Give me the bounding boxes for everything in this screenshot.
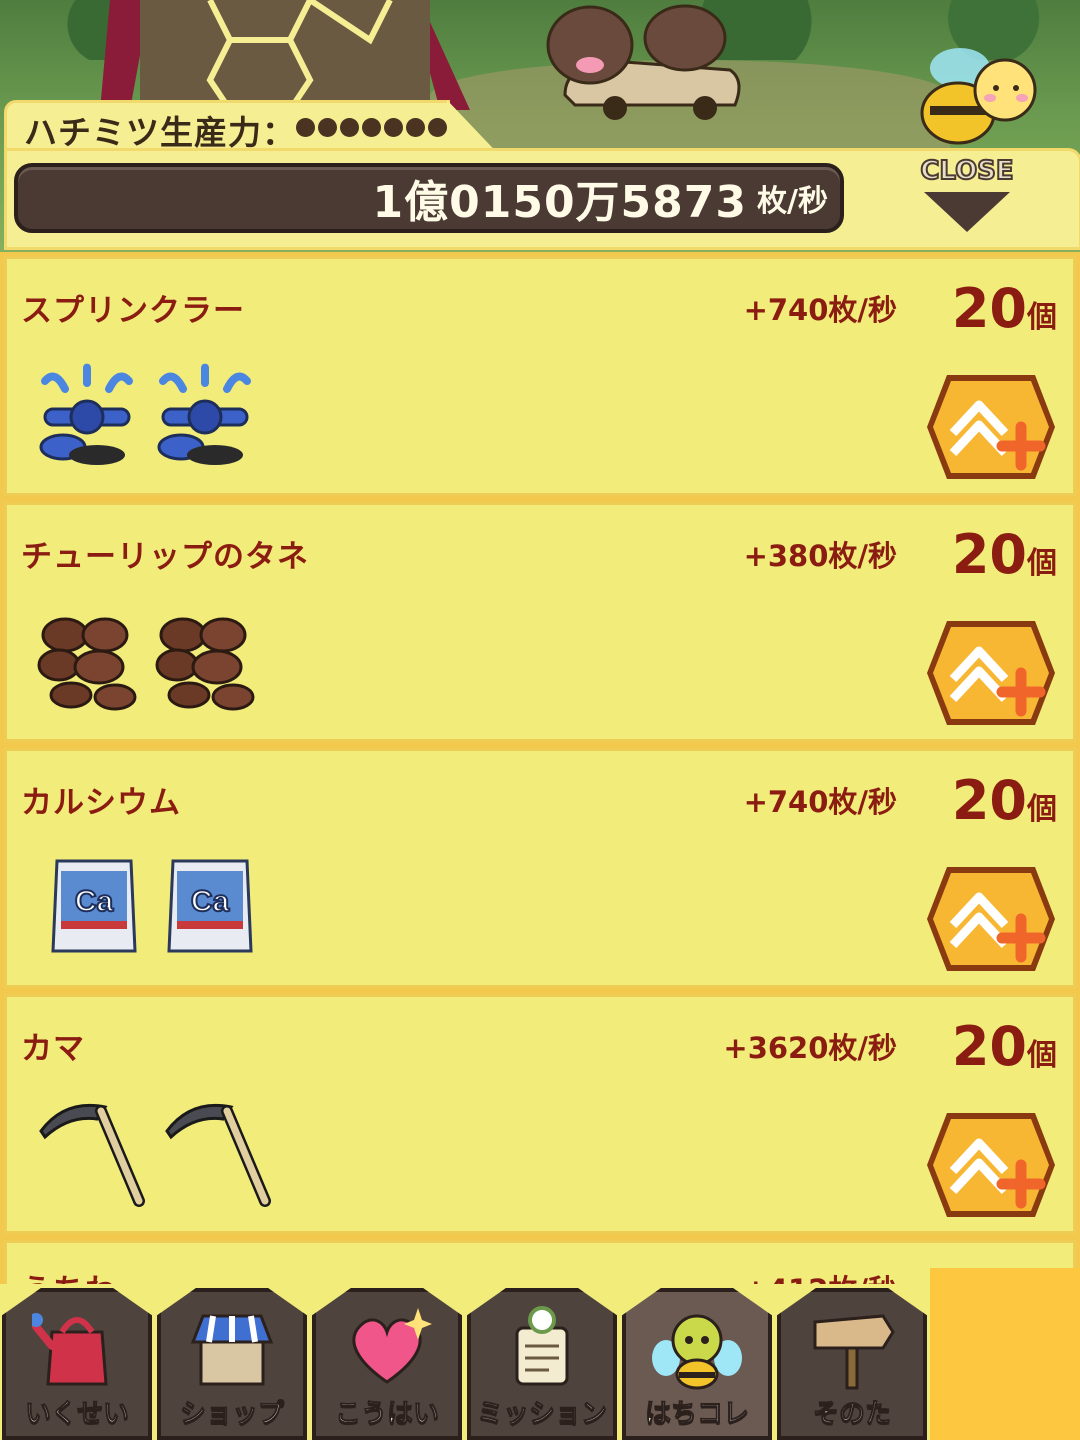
item-name: カルシウム — [21, 785, 181, 821]
sprinkler-icon — [157, 363, 251, 465]
item-rate: +412枚/秒 — [744, 1267, 897, 1284]
item-name: カマ — [21, 1031, 85, 1067]
nav-label: こうはい — [334, 1399, 439, 1430]
close-arrow-icon — [924, 192, 1010, 232]
mission-scroll-icon — [515, 1306, 569, 1386]
production-label: ハチミツ生産力： — [24, 113, 296, 152]
shop-icon — [190, 1314, 274, 1386]
item-rate: +380枚/秒 — [743, 539, 897, 573]
item-count: 20個 — [951, 523, 1057, 586]
item-count: 20個 — [951, 277, 1057, 340]
honey-production-counter: 1億0150万5873 枚/秒 — [14, 163, 844, 233]
bottom-nav: いくせい ショップ こうはい ミッション はちコレ そのた — [0, 1268, 1080, 1440]
list-item: チューリップのタネ +380枚/秒 20個 — [4, 502, 1076, 742]
production-value: 1億0150万5873 — [372, 177, 748, 228]
item-rate: +3620枚/秒 — [723, 1031, 897, 1065]
sickle-icon — [165, 1103, 271, 1207]
nav-tab-hachicolle[interactable]: はちコレ — [622, 1288, 772, 1440]
svg-text:Ca: Ca — [191, 885, 230, 918]
upgrade-button[interactable] — [923, 1109, 1059, 1221]
upgrade-plus-icon — [927, 375, 1055, 479]
item-rate: +740枚/秒 — [743, 293, 897, 327]
list-item: スプリンクラー +740枚/秒 20個 — [4, 256, 1076, 496]
calcium-bag-icon: Ca — [51, 859, 137, 953]
list-item: カマ +3620枚/秒 20個 — [4, 994, 1076, 1234]
sprinkler-icon — [39, 363, 133, 465]
upgrade-button[interactable] — [923, 863, 1059, 975]
upgrade-plus-icon — [927, 867, 1055, 971]
item-name: うちわ — [21, 1265, 117, 1284]
watering-can-icon — [32, 1313, 108, 1386]
item-icons: Ca Ca — [47, 851, 257, 961]
nav-tab-shop[interactable]: ショップ — [157, 1288, 307, 1440]
upgrade-button[interactable] — [923, 617, 1059, 729]
upgrade-plus-icon — [927, 1113, 1055, 1217]
tulip-seed-icon — [155, 617, 255, 711]
item-list[interactable]: スプリンクラー +740枚/秒 20個 チューリップのタネ +380枚/秒 20… — [0, 252, 1080, 1284]
production-unit: 枚/秒 — [757, 184, 828, 219]
production-dots — [296, 118, 447, 137]
item-name: チューリップのタネ — [21, 539, 309, 575]
item-count: 20個 — [951, 769, 1057, 832]
item-rate: +740枚/秒 — [743, 785, 897, 819]
sickle-icon — [39, 1103, 145, 1207]
nav-label: いくせい — [24, 1399, 129, 1430]
upgrade-button[interactable] — [923, 371, 1059, 483]
close-button[interactable]: CLOSE — [912, 155, 1022, 240]
svg-text:Ca: Ca — [75, 885, 114, 918]
close-label: CLOSE — [919, 155, 1014, 187]
nav-filler — [930, 1268, 1080, 1440]
nav-label: そのた — [812, 1399, 891, 1430]
nav-label: ミッション — [476, 1399, 607, 1430]
nav-tab-mission[interactable]: ミッション — [467, 1288, 617, 1440]
item-icons — [35, 1097, 273, 1211]
nav-tab-sonota[interactable]: そのた — [777, 1288, 927, 1440]
giant-hive-icon — [100, 0, 470, 110]
calcium-bag-icon: Ca — [167, 859, 253, 953]
list-item: カルシウム +740枚/秒 20個 Ca Ca — [4, 748, 1076, 988]
item-name: スプリンクラー — [21, 293, 245, 329]
nav-tab-ikusei[interactable]: いくせい — [2, 1288, 152, 1440]
nav-tab-kouhai[interactable]: こうはい — [312, 1288, 462, 1440]
item-icons — [35, 605, 257, 715]
signpost-icon — [813, 1314, 895, 1390]
item-icons — [35, 359, 257, 469]
nav-label: はちコレ — [644, 1399, 749, 1430]
nav-label: ショップ — [179, 1399, 284, 1430]
bee-icon — [652, 1314, 742, 1390]
tulip-seed-icon — [37, 617, 137, 711]
item-count: 20個 — [951, 1015, 1057, 1078]
upgrade-plus-icon — [927, 621, 1055, 725]
list-item: うちわ +412枚/秒 — [4, 1240, 1076, 1284]
heart-icon — [352, 1308, 432, 1384]
